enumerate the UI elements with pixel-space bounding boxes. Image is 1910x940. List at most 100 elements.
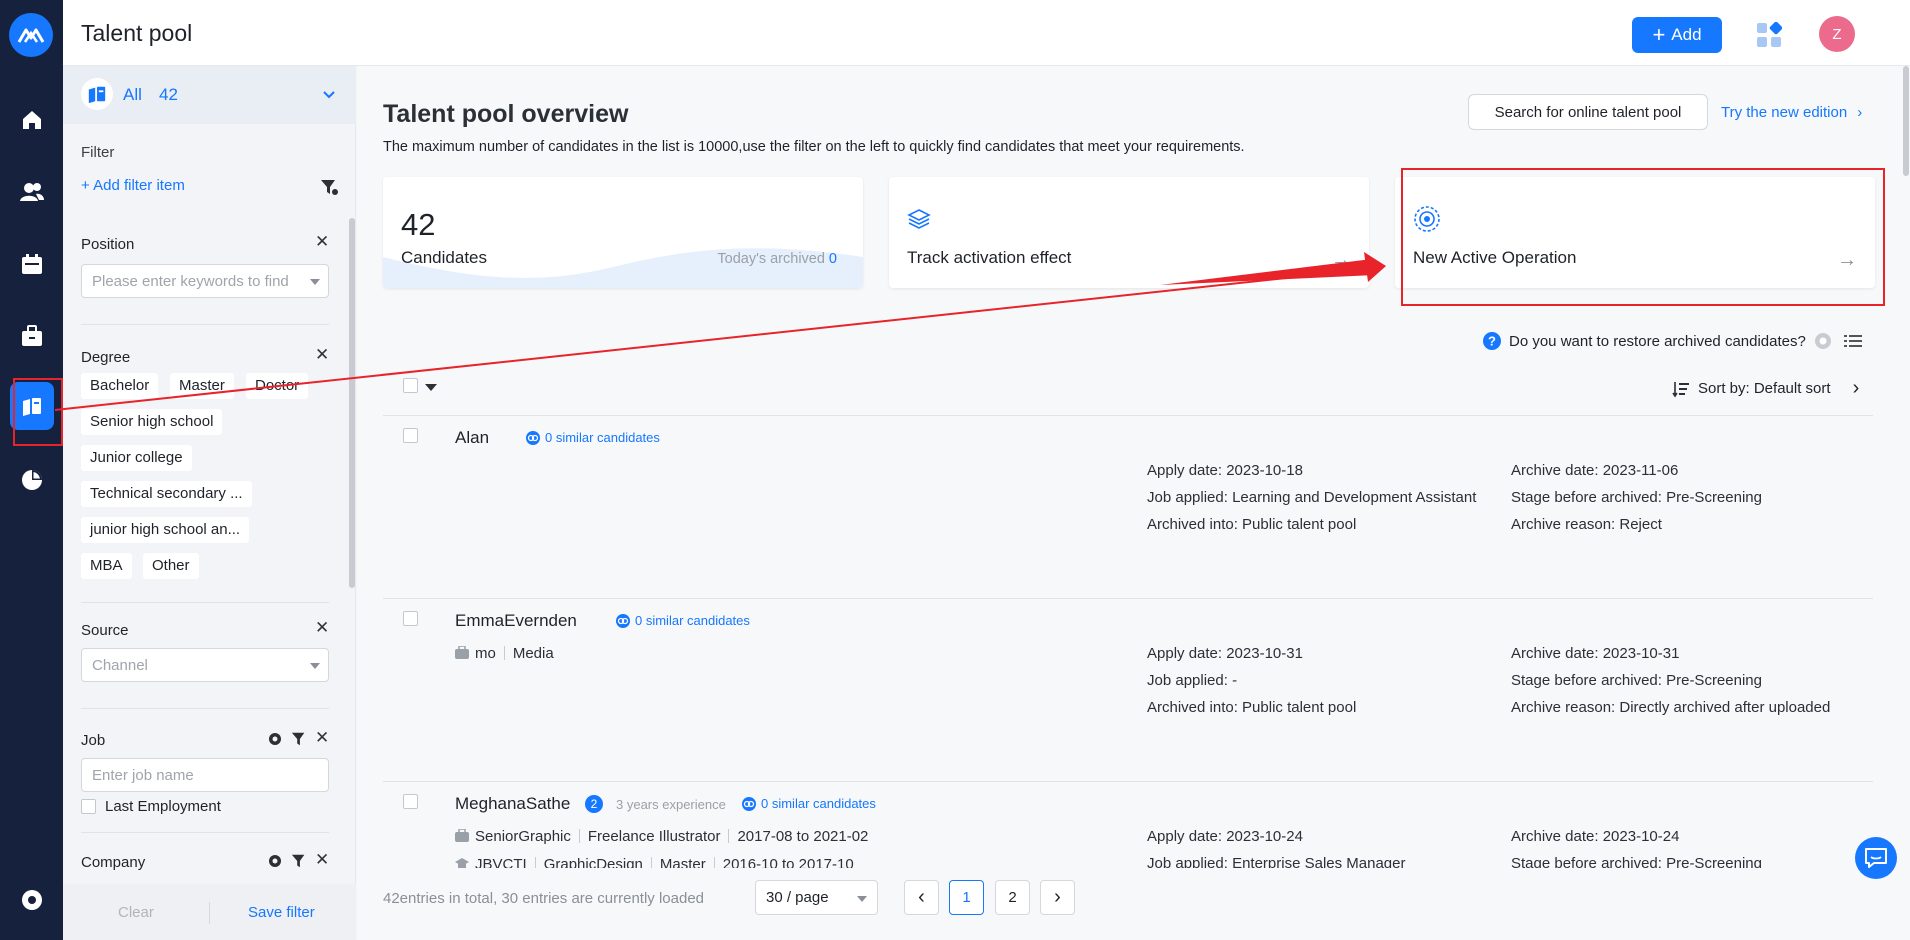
pie-chart-icon: [21, 470, 42, 490]
apps-icon[interactable]: [1756, 22, 1782, 48]
candidates-card[interactable]: 42 Candidates Today's archived 0: [383, 177, 863, 288]
talent-pool-icon: [81, 78, 113, 110]
archived-into: Archived into: Public talent pool: [1147, 516, 1357, 533]
filter-footer: Clear Save filter: [63, 884, 356, 940]
source-placeholder: Channel: [92, 657, 148, 674]
chat-support-button[interactable]: [1855, 837, 1897, 879]
similar-candidates-link[interactable]: 0 similar candidates: [742, 796, 876, 811]
select-all-checkbox[interactable]: [403, 378, 418, 393]
page-button[interactable]: 1: [949, 880, 984, 915]
left-nav-rail: [0, 0, 63, 940]
nav-calendar[interactable]: [0, 242, 63, 286]
row-checkbox[interactable]: [403, 611, 418, 626]
add-button[interactable]: + Add: [1632, 17, 1722, 53]
nav-candidates[interactable]: [0, 170, 63, 214]
degree: Master: [659, 856, 706, 868]
remove-position-filter[interactable]: ✕: [315, 232, 329, 252]
try-new-edition-link[interactable]: Try the new edition ›: [1721, 104, 1862, 121]
divider: [650, 857, 652, 868]
degree-tag[interactable]: Other: [143, 553, 199, 579]
caret-down-icon[interactable]: [425, 384, 437, 391]
home-icon: [22, 111, 41, 129]
pagination-bar: 42entries in total, 30 entries are curre…: [383, 868, 1883, 940]
degree-tag[interactable]: Senior high school: [81, 409, 223, 435]
candidate-row[interactable]: MeghanaSathe 2 3 years experience 0 simi…: [383, 781, 1873, 868]
row-checkbox[interactable]: [403, 794, 418, 809]
divider: [534, 857, 536, 868]
top-header: Talent pool + Add Z: [63, 0, 1910, 66]
candidate-row[interactable]: Alan 0 similar candidates Apply date: 20…: [383, 415, 1873, 598]
chevron-down-icon[interactable]: [321, 86, 337, 102]
add-filter-item-link[interactable]: + Add filter item: [81, 177, 185, 194]
remove-source-filter[interactable]: ✕: [315, 618, 329, 638]
stage-before-archived: Stage before archived: Pre-Screening: [1511, 489, 1762, 506]
clear-button[interactable]: Clear: [118, 904, 154, 921]
all-pool-selector[interactable]: All 42: [63, 66, 356, 124]
add-button-label: Add: [1671, 25, 1702, 44]
source-label: Source: [81, 622, 129, 639]
degree-tag[interactable]: MBA: [81, 553, 132, 579]
save-filter-button[interactable]: Save filter: [248, 904, 315, 921]
track-activation-card[interactable]: Track activation effect →: [889, 177, 1369, 288]
row-checkbox[interactable]: [403, 428, 418, 443]
sort-control[interactable]: Sort by: Default sort ›: [1672, 377, 1859, 400]
list-view-icon[interactable]: [1843, 333, 1862, 349]
filter-settings-icon[interactable]: [291, 853, 307, 869]
nav-jobs[interactable]: [0, 314, 63, 358]
main-scrollbar[interactable]: [1903, 66, 1909, 176]
page-size-value: 30 / page: [766, 889, 829, 906]
filter-scrollbar[interactable]: [349, 218, 355, 588]
job-placeholder: Enter job name: [92, 767, 194, 784]
restore-archived-label: Do you want to restore archived candidat…: [1509, 332, 1806, 350]
settings-icon[interactable]: [268, 854, 282, 868]
search-online-talent-pool-button[interactable]: Search for online talent pool: [1468, 94, 1708, 130]
candidate-row[interactable]: EmmaEvernden 0 similar candidates mo Medi…: [383, 598, 1873, 781]
similar-candidates-link[interactable]: 0 similar candidates: [526, 430, 660, 445]
source-select[interactable]: Channel: [81, 648, 329, 682]
app-logo[interactable]: [9, 13, 53, 57]
filter-settings-icon[interactable]: [291, 731, 307, 747]
job-applied: Job applied: Learning and Development As…: [1147, 489, 1477, 506]
nav-home[interactable]: [0, 98, 63, 142]
divider: [578, 829, 580, 843]
degree-tag[interactable]: Bachelor: [81, 373, 159, 399]
company: SeniorGraphic: [475, 828, 571, 845]
all-label: All: [123, 85, 142, 104]
degree-tag[interactable]: junior high school an...: [81, 517, 250, 543]
degree-tag[interactable]: Master: [170, 373, 234, 399]
page-size-select[interactable]: 30 / page: [755, 880, 878, 915]
next-page-button[interactable]: ›: [1040, 880, 1075, 915]
degree-tag[interactable]: Doctor: [246, 373, 309, 399]
work-period: 2017-08 to 2021-02: [737, 828, 869, 845]
degree-tag[interactable]: Technical secondary ...: [81, 481, 252, 507]
prev-page-button[interactable]: ‹: [904, 880, 939, 915]
archive-reason: Archive reason: Reject: [1511, 516, 1662, 533]
candidates-count: 42: [401, 207, 436, 242]
page-button[interactable]: 2: [995, 880, 1030, 915]
briefcase-icon: [21, 325, 42, 346]
candidates-label: Candidates: [401, 248, 488, 267]
briefcase-icon: [455, 828, 469, 842]
nav-reports[interactable]: [0, 458, 63, 502]
candidate-name[interactable]: EmmaEvernden: [455, 611, 577, 631]
chevron-right-icon: ›: [1852, 377, 1860, 399]
job-input[interactable]: Enter job name: [81, 758, 329, 792]
filter-settings-icon[interactable]: [320, 178, 338, 196]
remove-job-filter[interactable]: ✕: [315, 728, 329, 748]
candidate-name[interactable]: MeghanaSathe: [455, 794, 570, 814]
last-employment-checkbox[interactable]: [81, 799, 96, 814]
nav-settings[interactable]: [0, 878, 63, 922]
remove-degree-filter[interactable]: ✕: [315, 345, 329, 365]
todays-archived-count[interactable]: 0: [829, 251, 837, 267]
remove-company-filter[interactable]: ✕: [315, 850, 329, 870]
position-input[interactable]: Please enter keywords to find: [81, 264, 329, 298]
candidate-name[interactable]: Alan: [455, 428, 489, 448]
avatar[interactable]: Z: [1819, 16, 1855, 52]
degree-tag[interactable]: Junior college: [81, 445, 192, 471]
help-icon[interactable]: ?: [1483, 332, 1501, 350]
settings-icon[interactable]: [268, 732, 282, 746]
similar-candidates-link[interactable]: 0 similar candidates: [616, 613, 750, 628]
major: GraphicDesign: [543, 856, 643, 868]
settings-icon: [21, 890, 42, 910]
education: JBVCTI GraphicDesign Master 2016-10 to 2017…: [455, 856, 854, 868]
